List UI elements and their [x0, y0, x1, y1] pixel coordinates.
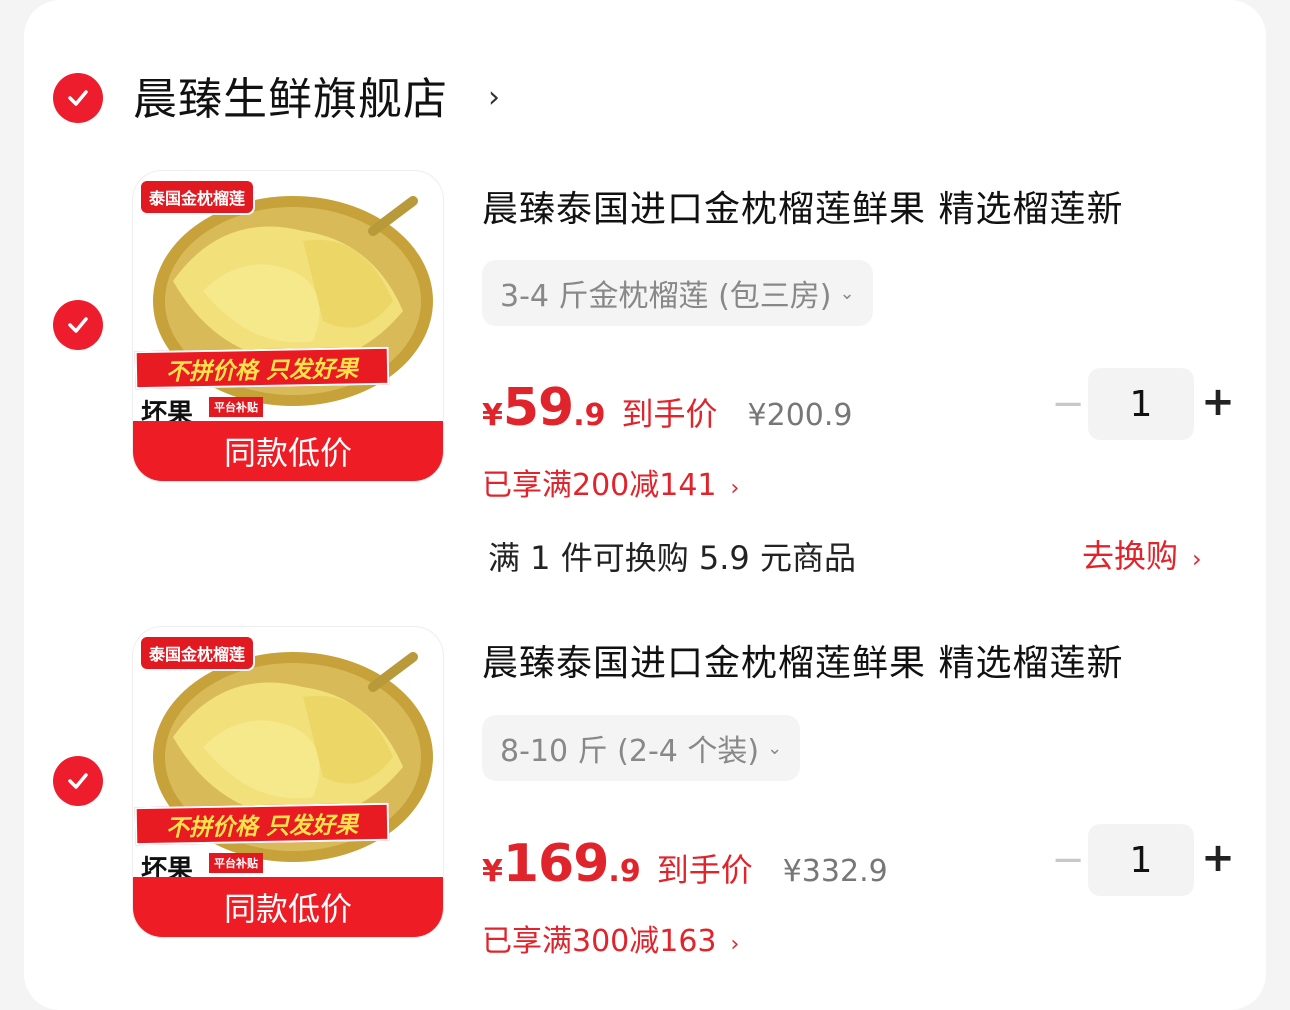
quantity-input[interactable]: 1: [1088, 368, 1194, 440]
image-slogan: 不拼价格 只发好果: [134, 346, 390, 390]
original-price: ¥332.9: [782, 854, 888, 889]
spec-value: 3-4 斤金枕榴莲 (包三房): [500, 279, 832, 314]
image-tag: 泰国金枕榴莲: [139, 179, 256, 215]
check-icon: [68, 317, 88, 333]
quantity-stepper: − 1 +: [1040, 368, 1240, 440]
price-decimal: .9: [573, 398, 606, 433]
chevron-down-icon: ⌄: [767, 737, 783, 759]
image-subsidy-badge: 平台补贴: [209, 853, 263, 873]
quantity-stepper: − 1 +: [1040, 824, 1240, 896]
item-select-checkbox[interactable]: [53, 756, 103, 806]
price-currency: ¥: [482, 398, 503, 433]
shop-name[interactable]: 晨臻生鲜旗舰店: [133, 72, 448, 128]
chevron-right-icon: ›: [730, 932, 740, 957]
price-label: 到手价: [656, 851, 753, 889]
decrease-quantity-button[interactable]: −: [1048, 384, 1088, 424]
price-row: ¥ 169 .9 到手价 ¥332.9: [482, 834, 888, 894]
price-integer: 59: [502, 378, 574, 438]
image-tag: 泰国金枕榴莲: [139, 635, 256, 671]
chevron-down-icon: ⌄: [839, 282, 855, 304]
spec-selector[interactable]: 3-4 斤金枕榴莲 (包三房) ⌄: [482, 260, 873, 326]
decrease-quantity-button[interactable]: −: [1048, 840, 1088, 880]
exchange-link-label: 去换购: [1082, 537, 1179, 575]
spec-value: 8-10 斤 (2-4 个装): [500, 734, 760, 769]
image-low-price-banner: 同款低价: [133, 877, 443, 937]
exchange-offer-text: 满 1 件可换购 5.9 元商品: [488, 539, 856, 577]
price-currency: ¥: [482, 854, 503, 889]
price-label: 到手价: [621, 395, 718, 433]
increase-quantity-button[interactable]: +: [1200, 380, 1236, 424]
shop-select-checkbox[interactable]: [53, 73, 103, 123]
image-low-price-banner: 同款低价: [133, 421, 443, 481]
price-integer: 169: [502, 834, 610, 894]
image-subsidy-badge: 平台补贴: [209, 397, 263, 417]
price-decimal: .9: [608, 854, 641, 889]
promo-discount[interactable]: 已享满200减141 ›: [482, 460, 739, 504]
product-image[interactable]: 泰国金枕榴莲 不拼价格 只发好果 坏果 平台补贴 同款低价: [132, 626, 444, 938]
spec-selector[interactable]: 8-10 斤 (2-4 个装) ⌄: [482, 715, 801, 781]
chevron-right-icon: ›: [1192, 545, 1202, 573]
shop-chevron-right-icon[interactable]: ›: [488, 80, 500, 115]
product-title[interactable]: 晨臻泰国进口金枕榴莲鲜果 精选榴莲新: [482, 188, 1123, 232]
product-image[interactable]: 泰国金枕榴莲 不拼价格 只发好果 坏果 平台补贴 同款低价: [132, 170, 444, 482]
quantity-input[interactable]: 1: [1088, 824, 1194, 896]
check-icon: [68, 773, 88, 789]
check-icon: [68, 90, 88, 106]
promo-text: 已享满300减163: [482, 924, 717, 959]
item-select-checkbox[interactable]: [53, 300, 103, 350]
chevron-right-icon: ›: [730, 476, 740, 501]
promo-text: 已享满200减141: [482, 468, 717, 503]
exchange-link[interactable]: 去换购 ›: [1082, 531, 1202, 577]
increase-quantity-button[interactable]: +: [1200, 836, 1236, 880]
image-slogan: 不拼价格 只发好果: [134, 802, 390, 846]
price-row: ¥ 59 .9 到手价 ¥200.9: [482, 378, 853, 438]
product-title[interactable]: 晨臻泰国进口金枕榴莲鲜果 精选榴莲新: [482, 642, 1123, 686]
promo-discount[interactable]: 已享满300减163 ›: [482, 916, 739, 960]
original-price: ¥200.9: [747, 398, 853, 433]
